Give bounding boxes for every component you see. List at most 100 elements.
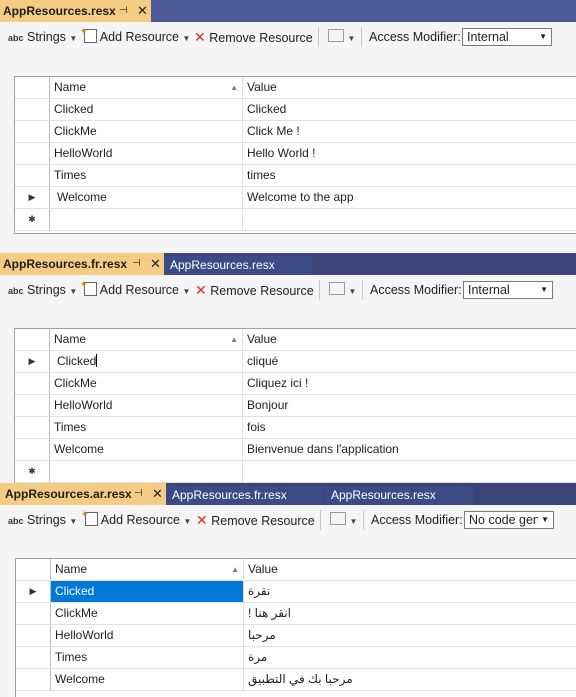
value-cell[interactable]: cliqué	[243, 351, 576, 372]
row-header[interactable]	[15, 439, 50, 460]
strings-dropdown[interactable]: abc Strings ▼	[8, 512, 77, 528]
name-cell[interactable]: HelloWorld	[50, 143, 243, 164]
table-row[interactable]: ▶ Clicked cliqué	[15, 351, 576, 373]
value-cell[interactable]: Bienvenue dans l'application	[243, 439, 576, 460]
name-cell[interactable]: HelloWorld	[51, 625, 244, 646]
row-header[interactable]	[16, 647, 51, 668]
row-header[interactable]	[15, 99, 50, 120]
table-row[interactable]: HelloWorld مرحبا	[16, 625, 576, 647]
value-cell[interactable]: انقر هنا !	[244, 603, 576, 624]
add-resource-button[interactable]: Add Resource ▼	[80, 23, 190, 45]
row-header[interactable]: ✱	[15, 461, 50, 482]
table-row[interactable]: Welcome Bienvenue dans l'application	[15, 439, 576, 461]
name-cell[interactable]: Times	[50, 417, 243, 438]
row-header[interactable]: ▶	[15, 351, 50, 372]
tab-appresources-fr-resx[interactable]: AppResources.fr.resx	[166, 486, 324, 505]
name-cell-selected[interactable]: Clicked	[51, 581, 244, 602]
row-header[interactable]	[15, 395, 50, 416]
table-row[interactable]: Times times	[15, 165, 576, 187]
access-modifier-select[interactable]: No code gene ▼	[464, 511, 554, 529]
new-row[interactable]: ✱	[15, 209, 576, 231]
close-icon[interactable]: ✕	[152, 483, 163, 505]
table-row[interactable]: ClickMe انقر هنا !	[16, 603, 576, 625]
row-header[interactable]	[16, 669, 51, 690]
strings-dropdown[interactable]: abc Strings ▼	[8, 29, 77, 45]
row-header[interactable]: ▶	[15, 187, 50, 208]
row-header[interactable]: ✱	[15, 209, 50, 230]
value-column-header[interactable]: Value	[244, 559, 576, 580]
view-dropdown[interactable]: ▼	[330, 512, 357, 528]
add-resource-button[interactable]: Add Resource ▼	[81, 506, 191, 528]
name-cell[interactable]: Welcome	[50, 187, 243, 208]
view-dropdown[interactable]: ▼	[328, 29, 355, 45]
value-cell[interactable]: مرحبا	[244, 625, 576, 646]
name-cell[interactable]: Times	[50, 165, 243, 186]
value-cell[interactable]: Click Me !	[243, 121, 576, 142]
row-header[interactable]: ▶	[16, 581, 51, 602]
name-cell[interactable]	[50, 461, 243, 482]
value-column-header[interactable]: Value	[243, 329, 576, 350]
value-cell[interactable]	[243, 209, 576, 230]
value-cell[interactable]: Cliquez ici !	[243, 373, 576, 394]
view-dropdown[interactable]: ▼	[329, 282, 356, 298]
name-cell[interactable]: ClickMe	[51, 603, 244, 624]
value-cell[interactable]: Bonjour	[243, 395, 576, 416]
name-cell[interactable]: Clicked	[50, 351, 243, 372]
value-cell[interactable]: times	[243, 165, 576, 186]
table-row[interactable]: Clicked Clicked	[15, 99, 576, 121]
tab-appresources-ar-resx[interactable]: AppResources.ar.resx ⊣ ✕	[0, 483, 166, 505]
row-header[interactable]	[15, 143, 50, 164]
value-column-header[interactable]: Value	[243, 77, 576, 98]
pin-icon[interactable]: ⊣	[132, 253, 141, 275]
add-resource-button[interactable]: Add Resource ▼	[80, 276, 190, 298]
pin-icon[interactable]: ⊣	[134, 483, 143, 505]
name-cell[interactable]: Times	[51, 647, 244, 668]
access-modifier-select[interactable]: Internal ▼	[463, 281, 553, 299]
table-row[interactable]: ▶ Clicked نقرة	[16, 581, 576, 603]
row-header[interactable]	[16, 603, 51, 624]
tab-appresources-fr-resx[interactable]: AppResources.fr.resx ⊣ ✕	[0, 253, 164, 275]
value-cell[interactable]: Welcome to the app	[243, 187, 576, 208]
table-row[interactable]: ▶ Welcome Welcome to the app	[15, 187, 576, 209]
name-cell[interactable]: Clicked	[50, 99, 243, 120]
close-icon[interactable]: ✕	[137, 0, 148, 22]
value-cell[interactable]: Hello World !	[243, 143, 576, 164]
row-header[interactable]	[16, 625, 51, 646]
value-cell[interactable]: مرحبا بك في التطبيق	[244, 669, 576, 690]
remove-resource-button[interactable]: ✕ Remove Resource	[195, 282, 314, 298]
remove-resource-button[interactable]: ✕ Remove Resource	[196, 512, 315, 528]
row-header[interactable]	[15, 373, 50, 394]
table-row[interactable]: Times fois	[15, 417, 576, 439]
name-cell[interactable]: ClickMe	[50, 121, 243, 142]
tab-appresources-resx[interactable]: AppResources.resx ⊣ ✕	[0, 0, 151, 22]
value-cell[interactable]	[243, 461, 576, 482]
row-header[interactable]	[15, 121, 50, 142]
table-row[interactable]: ClickMe Cliquez ici !	[15, 373, 576, 395]
row-header[interactable]	[15, 165, 50, 186]
row-header[interactable]	[15, 417, 50, 438]
value-cell[interactable]: مرة	[244, 647, 576, 668]
name-cell[interactable]: HelloWorld	[50, 395, 243, 416]
close-icon[interactable]: ✕	[150, 253, 161, 275]
name-column-header[interactable]: Name ▲	[50, 329, 243, 350]
pin-icon[interactable]: ⊣	[119, 0, 128, 22]
new-row[interactable]: ✱	[15, 461, 576, 483]
strings-dropdown[interactable]: abc Strings ▼	[8, 282, 77, 298]
name-cell[interactable]: Welcome	[51, 669, 244, 690]
remove-resource-button[interactable]: ✕ Remove Resource	[194, 29, 313, 45]
name-column-header[interactable]: Name ▲	[51, 559, 244, 580]
table-row[interactable]: Welcome مرحبا بك في التطبيق	[16, 669, 576, 691]
value-cell[interactable]: نقرة	[244, 581, 576, 602]
name-cell[interactable]: ClickMe	[50, 373, 243, 394]
name-column-header[interactable]: Name ▲	[50, 77, 243, 98]
table-row[interactable]: Times مرة	[16, 647, 576, 669]
table-row[interactable]: HelloWorld Bonjour	[15, 395, 576, 417]
name-cell[interactable]	[50, 209, 243, 230]
tab-appresources-resx[interactable]: AppResources.resx	[164, 256, 312, 275]
value-cell[interactable]: fois	[243, 417, 576, 438]
table-row[interactable]: HelloWorld Hello World !	[15, 143, 576, 165]
name-cell[interactable]: Welcome	[50, 439, 243, 460]
access-modifier-select[interactable]: Internal ▼	[462, 28, 552, 46]
value-cell[interactable]: Clicked	[243, 99, 576, 120]
tab-appresources-resx[interactable]: AppResources.resx	[325, 486, 473, 505]
